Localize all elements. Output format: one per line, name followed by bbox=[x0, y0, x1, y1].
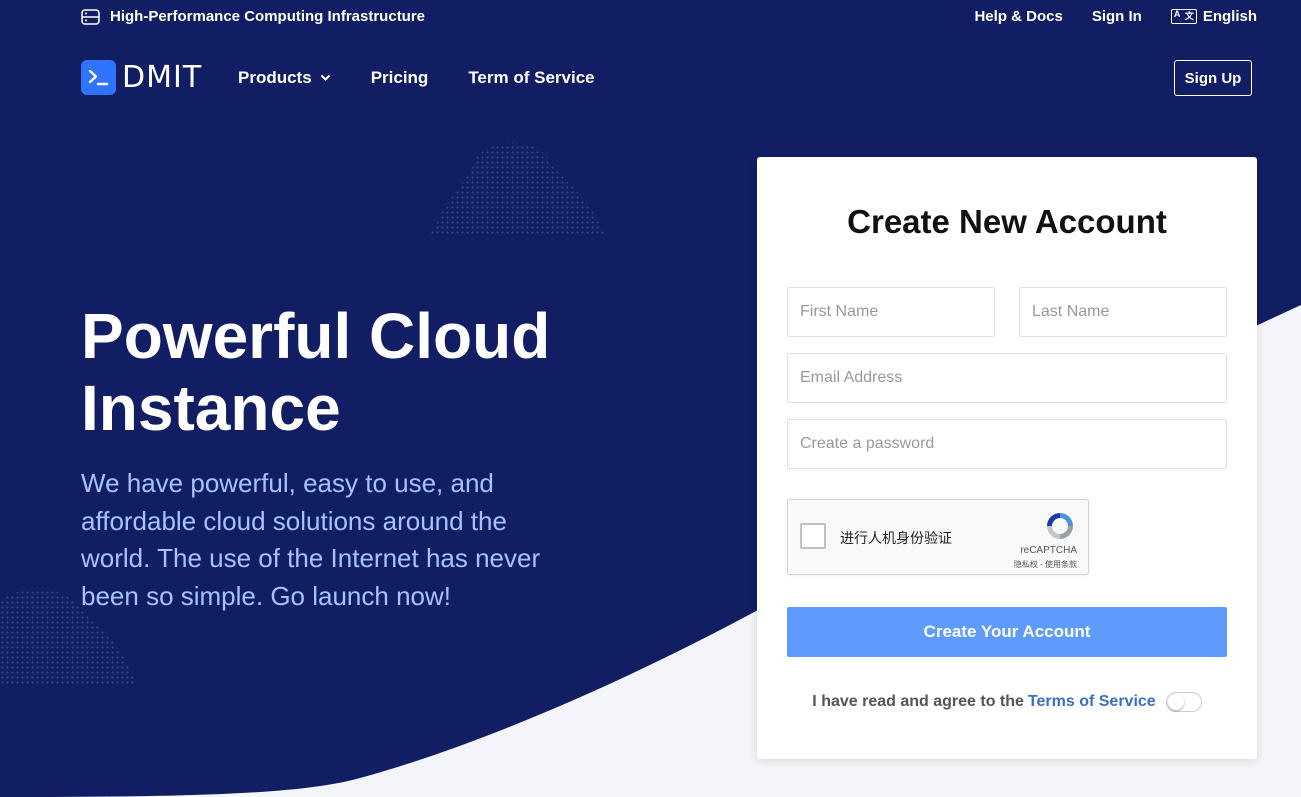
signup-card: Create New Account 进行人机身份验证 reCAPTCHA 隐私… bbox=[757, 157, 1257, 759]
nav-products-label: Products bbox=[238, 68, 312, 87]
help-docs-link[interactable]: Help & Docs bbox=[974, 8, 1062, 25]
recaptcha-label: 进行人机身份验证 bbox=[840, 531, 952, 547]
recaptcha-checkbox[interactable] bbox=[800, 523, 826, 549]
hero-title-line-2: Instance bbox=[81, 372, 341, 444]
nav-products[interactable]: Products bbox=[238, 68, 331, 88]
nav-terms[interactable]: Term of Service bbox=[468, 68, 594, 88]
hero-description-line: world. The use of the Internet has never bbox=[81, 543, 541, 573]
chevron-down-icon bbox=[320, 74, 330, 81]
server-icon bbox=[81, 8, 100, 25]
agree-text: I have read and agree to the bbox=[812, 693, 1024, 710]
password-input[interactable] bbox=[787, 419, 1227, 469]
email-input[interactable] bbox=[787, 353, 1227, 403]
agree-toggle[interactable] bbox=[1165, 692, 1202, 712]
main-nav: DMIT Products Pricing Term of Service Si… bbox=[81, 60, 1257, 96]
toggle-knob bbox=[1167, 694, 1184, 710]
terminal-icon bbox=[81, 60, 116, 95]
last-name-input[interactable] bbox=[1019, 287, 1227, 337]
top-utility-bar: High-Performance Computing Infrastructur… bbox=[81, 8, 1257, 28]
sign-up-button[interactable]: Sign Up bbox=[1174, 60, 1252, 96]
create-account-button[interactable]: Create Your Account bbox=[787, 607, 1227, 657]
recaptcha-privacy-terms-links[interactable]: 隐私权 - 使用条款 bbox=[1014, 559, 1077, 570]
hero-description-line: been so simple. Go launch now! bbox=[81, 580, 451, 611]
hero-description-line: affordable cloud solutions around the bbox=[81, 505, 507, 536]
hero-description-line: We have powerful, easy to use, and bbox=[81, 468, 494, 498]
terms-agreement: I have read and agree to the Terms of Se… bbox=[757, 692, 1257, 712]
logo-text: DMIT bbox=[122, 60, 203, 95]
tagline: High-Performance Computing Infrastructur… bbox=[110, 8, 426, 25]
recaptcha-icon bbox=[1047, 513, 1073, 539]
language-label: English bbox=[1202, 8, 1257, 25]
first-name-input[interactable] bbox=[787, 287, 995, 337]
sign-in-link[interactable]: Sign In bbox=[1092, 8, 1142, 25]
nav-pricing[interactable]: Pricing bbox=[371, 68, 429, 88]
recaptcha-brand: reCAPTCHA bbox=[1020, 545, 1077, 556]
hero-description: We have powerful, easy to use, and affor… bbox=[81, 465, 581, 615]
translate-icon: A文 bbox=[1170, 9, 1197, 24]
recaptcha-widget: 进行人机身份验证 reCAPTCHA 隐私权 - 使用条款 bbox=[787, 499, 1089, 575]
form-title: Create New Account bbox=[847, 203, 1167, 240]
hero-title: Powerful Cloud Instance bbox=[81, 300, 681, 444]
logo[interactable]: DMIT bbox=[81, 60, 202, 95]
hero-title-line-1: Powerful Cloud bbox=[81, 300, 551, 372]
terms-of-service-link[interactable]: Terms of Service bbox=[1028, 693, 1156, 711]
language-selector[interactable]: A文 English bbox=[1170, 8, 1257, 25]
